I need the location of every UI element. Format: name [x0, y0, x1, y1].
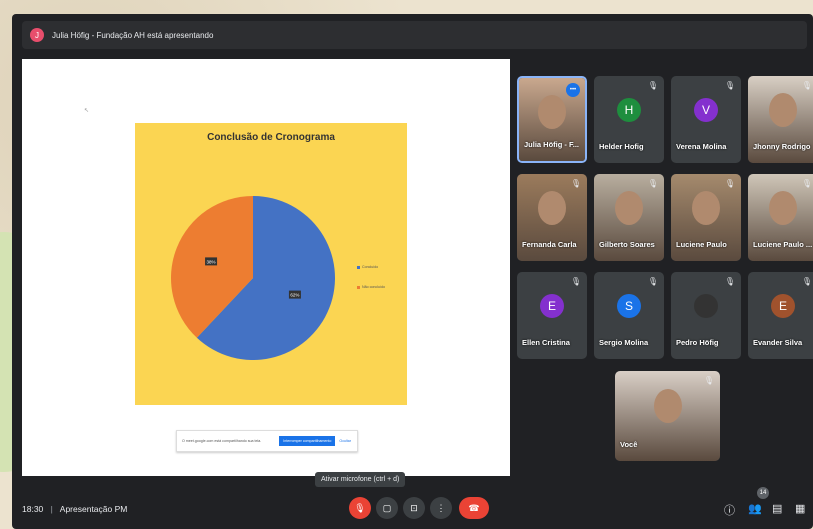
- participant-name: Pedro Höfig: [676, 338, 719, 347]
- participant-name: Helder Hofig: [599, 142, 644, 151]
- sharing-notice-text: O meet.google.com está compartilhando su…: [182, 439, 262, 443]
- data-label: 62%: [290, 293, 299, 298]
- mic-muted-icon: 🎙: [724, 179, 735, 188]
- presenting-text: Julia Höfig - Fundação AH está apresenta…: [52, 30, 214, 40]
- mouse-cursor-icon: ↖: [84, 108, 90, 114]
- hide-button[interactable]: Ocultar: [339, 439, 351, 443]
- chart-legend: Concluído Não concluído: [357, 265, 385, 305]
- participant-name: Sergio Molina: [599, 338, 649, 347]
- people-icon[interactable]: 👥: [748, 502, 762, 515]
- participant-avatar: E: [771, 294, 795, 318]
- participant-avatar: E: [540, 294, 564, 318]
- participant-tile[interactable]: ••• Julia Höfig - F...: [517, 76, 587, 163]
- mic-muted-icon: 🎙: [647, 81, 658, 90]
- participant-count-badge: 14: [757, 487, 769, 499]
- participant-name: Verena Molina: [676, 142, 727, 151]
- participant-face: [653, 389, 682, 423]
- sharing-notice: O meet.google.com está compartilhando su…: [176, 430, 358, 452]
- participant-name: Gilberto Soares: [599, 240, 655, 249]
- participant-tile[interactable]: E 🎙 Evander Silva: [748, 272, 813, 359]
- info-icon[interactable]: ⓘ: [724, 502, 735, 518]
- mic-muted-icon: 🎙: [724, 81, 735, 90]
- participant-name: Fernanda Carla: [522, 240, 577, 249]
- activities-icon[interactable]: ▦: [795, 502, 805, 515]
- mic-muted-icon: 🎙: [801, 277, 812, 286]
- camera-button[interactable]: ▢: [376, 497, 398, 519]
- mic-muted-icon: 🎙: [801, 179, 812, 188]
- participant-tile[interactable]: 🎙 Luciene Paulo ...: [748, 174, 813, 261]
- leave-call-button[interactable]: ☎: [459, 497, 489, 519]
- shared-screen: ↖ Conclusão de Cronograma 62% 38% Concluí…: [22, 59, 510, 476]
- hangup-icon: ☎: [468, 502, 480, 513]
- participant-tile[interactable]: 🎙 Você: [615, 371, 720, 461]
- participant-name: Ellen Cristina: [522, 338, 570, 347]
- stop-sharing-button[interactable]: Interromper compartilhamento: [279, 436, 336, 446]
- more-icon: ⋮: [436, 502, 446, 513]
- pie-chart: 62% 38%: [171, 196, 335, 360]
- legend-item: Não concluído: [357, 285, 385, 289]
- participant-name: Evander Silva: [753, 338, 803, 347]
- chart: Conclusão de Cronograma 62% 38% Concluído…: [135, 123, 407, 405]
- legend-label: Não concluído: [362, 285, 385, 289]
- mic-muted-icon: 🎙: [647, 179, 658, 188]
- participant-tile[interactable]: 🎙 Pedro Höfig: [671, 272, 741, 359]
- participant-tile[interactable]: H 🎙 Helder Hofig: [594, 76, 664, 163]
- presenter-avatar: J: [30, 28, 44, 42]
- legend-label: Concluído: [362, 265, 379, 269]
- legend-item: Concluído: [357, 265, 385, 269]
- participant-tile[interactable]: 🎙 Gilberto Soares: [594, 174, 664, 261]
- participant-tile[interactable]: 🎙 Jhonny Rodrigo: [748, 76, 813, 163]
- mic-tooltip: Ativar microfone (ctrl + d): [315, 472, 406, 487]
- chat-icon[interactable]: ▤: [772, 502, 782, 515]
- legend-swatch: [357, 265, 360, 269]
- more-options-icon[interactable]: •••: [566, 83, 580, 97]
- present-button[interactable]: ⊡: [403, 497, 425, 519]
- control-bar: 18:30 | Apresentação PM 🎙 ▢ ⊡ ⋮ ☎ ⓘ 👥 14…: [12, 487, 813, 529]
- mic-muted-icon: 🎙: [724, 277, 735, 286]
- mic-muted-icon: 🎙: [570, 277, 581, 286]
- data-label: 38%: [207, 259, 216, 264]
- presenting-banner: J Julia Höfig - Fundação AH está apresen…: [22, 21, 807, 49]
- meeting-time: 18:30 | Apresentação PM: [22, 504, 128, 514]
- participant-tile[interactable]: S 🎙 Sergio Molina: [594, 272, 664, 359]
- participant-name: Luciene Paulo ...: [753, 240, 813, 249]
- participant-face: [538, 94, 566, 129]
- mic-muted-icon: 🎙: [801, 81, 812, 90]
- participant-avatar: H: [617, 98, 641, 122]
- meeting-name: Apresentação PM: [59, 504, 128, 514]
- present-icon: ⊡: [410, 502, 418, 513]
- mic-off-icon: 🎙: [354, 502, 366, 513]
- mic-button[interactable]: 🎙: [349, 497, 371, 519]
- participant-name: Julia Höfig - F...: [524, 140, 580, 149]
- participant-name: Luciene Paulo: [676, 240, 727, 249]
- participant-name: Jhonny Rodrigo: [753, 142, 811, 151]
- meet-window: J Julia Höfig - Fundação AH está apresen…: [12, 14, 813, 529]
- more-options-button[interactable]: ⋮: [430, 497, 452, 519]
- participant-avatar: V: [694, 98, 718, 122]
- participant-name: Você: [620, 440, 638, 449]
- mic-muted-icon: 🎙: [703, 376, 714, 385]
- participant-tile[interactable]: 🎙 Luciene Paulo: [671, 174, 741, 261]
- participant-avatar: S: [617, 294, 641, 318]
- mic-muted-icon: 🎙: [570, 179, 581, 188]
- participant-tile[interactable]: V 🎙 Verena Molina: [671, 76, 741, 163]
- participant-tile[interactable]: E 🎙 Ellen Cristina: [517, 272, 587, 359]
- legend-swatch: [357, 285, 360, 289]
- participant-tile[interactable]: 🎙 Fernanda Carla: [517, 174, 587, 261]
- participant-avatar: [694, 294, 718, 318]
- mic-muted-icon: 🎙: [647, 277, 658, 286]
- camera-icon: ▢: [382, 502, 392, 513]
